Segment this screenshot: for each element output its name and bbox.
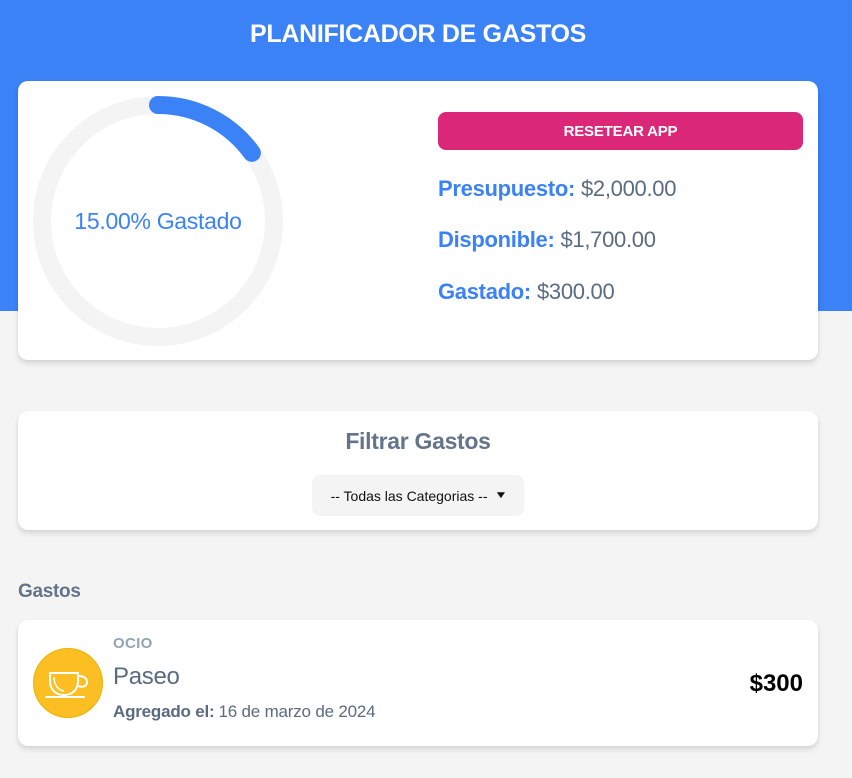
spent-stat: Gastado: $300.00 (438, 279, 615, 305)
progress-ring: 15.00% Gastado (32, 95, 284, 347)
chevron-down-icon: ▼ (493, 490, 508, 501)
available-stat: Disponible: $1,700.00 (438, 227, 656, 253)
available-label: Disponible: (438, 227, 555, 252)
category-filter-select[interactable]: -- Todas las Categorias -- ▼ (312, 475, 524, 516)
spent-label: Gastado: (438, 279, 531, 304)
coffee-cup-icon (33, 648, 103, 718)
category-filter-value: -- Todas las Categorias -- (330, 487, 488, 504)
progress-label: 15.00% Gastado (74, 207, 242, 234)
filter-title: Filtrar Gastos (345, 428, 491, 454)
expense-category: OCIO (113, 635, 153, 652)
available-value: $1,700.00 (560, 227, 656, 252)
expense-date-value: 16 de marzo de 2024 (218, 702, 376, 721)
expense-amount: $300 (749, 670, 803, 697)
budget-card: 15.00% Gastado RESETEAR APP Presupuesto:… (18, 81, 818, 360)
filter-card: Filtrar Gastos -- Todas las Categorias -… (18, 411, 818, 530)
expense-name: Paseo (113, 663, 180, 690)
coffee-cup-icon-svg (45, 672, 89, 698)
spent-value: $300.00 (536, 279, 615, 304)
expense-date: Agregado el: 16 de marzo de 2024 (113, 702, 376, 722)
expense-item[interactable]: OCIO Paseo Agregado el: 16 de marzo de 20… (18, 620, 818, 746)
budget-value: $2,000.00 (580, 176, 677, 201)
expense-date-label: Agregado el: (113, 702, 215, 721)
reset-app-button[interactable]: RESETEAR APP (438, 112, 803, 150)
budget-stat: Presupuesto: $2,000.00 (438, 176, 676, 202)
budget-label: Presupuesto: (438, 176, 575, 201)
app-title: PLANIFICADOR DE GASTOS (249, 20, 586, 48)
expenses-title: Gastos (18, 581, 81, 602)
